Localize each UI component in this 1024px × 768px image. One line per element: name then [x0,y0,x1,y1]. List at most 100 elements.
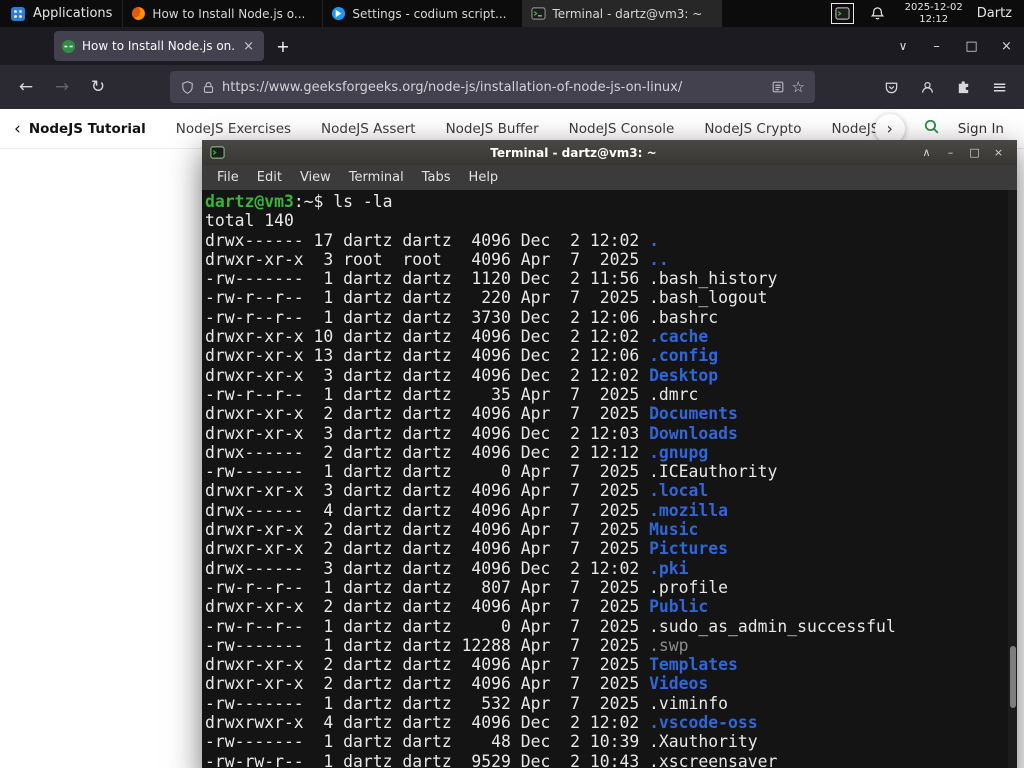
terminal-line: drwxr-xr-x 2 dartz dartz 4096 Apr 7 2025… [205,597,709,617]
nav-scroll-right-button[interactable]: › [874,113,905,144]
forward-button[interactable]: → [46,71,78,103]
notifications-button[interactable] [860,0,895,27]
applications-label: Applications [33,6,113,21]
terminal-line: -rw-r--r-- 1 dartz dartz 35 Apr 7 2025 .… [205,384,699,404]
pocket-button[interactable] [877,73,906,102]
terminal-window-title: Terminal - dartz@vm3: ~ [490,145,657,160]
browser-maximize-button[interactable]: □ [954,27,989,65]
terminal-line: -rw-r--r-- 1 dartz dartz 220 Apr 7 2025 … [205,288,768,308]
extensions-button[interactable] [949,73,978,102]
terminal-line: drwx------ 17 dartz dartz 4096 Dec 2 12:… [205,230,659,250]
codium-icon [332,6,346,21]
terminal-line: drwx------ 2 dartz dartz 4096 Dec 2 12:1… [205,442,709,462]
terminal-icon [531,7,546,20]
applications-menu[interactable]: Applications [0,0,122,27]
taskbar-item-label: Settings - codium script... [352,6,507,21]
account-button[interactable] [913,73,942,102]
terminal-icon [210,145,225,160]
terminal-menu-file[interactable]: File [208,170,248,185]
browser-tab[interactable]: How to Install Node.js on... × [54,31,264,61]
nav-scroll-left-icon[interactable]: ‹ [0,119,29,139]
terminal-line: -rw------- 1 dartz dartz 532 Apr 7 2025 … [205,693,729,713]
terminal-scrollbar-thumb[interactable] [1009,646,1016,708]
back-button[interactable]: ← [10,71,42,103]
pocket-icon [885,82,898,93]
tab-close-icon[interactable]: × [240,39,257,54]
site-nav-item[interactable]: NodeJS Buffer [446,121,539,137]
terminal-line: -rw-r--r-- 1 dartz dartz 807 Apr 7 2025 … [205,577,729,597]
terminal-scrollbar[interactable] [1008,190,1017,768]
browser-minimize-button[interactable]: – [919,27,954,65]
terminal-line: total 140 [205,211,294,231]
terminal-line: drwxr-xr-x 3 dartz dartz 4096 Dec 2 12:0… [205,365,719,385]
site-nav-item[interactable]: NodeJS Crypto [704,121,801,137]
terminal-line: -rw------- 1 dartz dartz 1120 Dec 2 11:5… [205,269,778,289]
terminal-menubar: File Edit View Terminal Tabs Help [202,165,1017,190]
browser-toolbar: ← → ↻ https://www.geeksforgeeks.org/node… [0,65,1024,109]
browser-close-button[interactable]: × [989,27,1024,65]
lock-icon[interactable] [202,81,215,94]
terminal-close-button[interactable]: × [988,146,1009,159]
terminal-line: drwxr-xr-x 13 dartz dartz 4096 Dec 2 12:… [205,346,719,366]
panel-spacer [722,0,824,27]
site-search-button[interactable] [923,118,940,139]
taskbar-item-label: Terminal - dartz@vm3: ~ [552,6,703,21]
terminal-window-controls: ∧ – □ × [916,146,1009,159]
terminal-menu-view[interactable]: View [291,170,340,185]
tray-terminal-icon[interactable] [830,3,854,24]
terminal-titlebar[interactable]: Terminal - dartz@vm3: ~ ∧ – □ × [202,140,1017,165]
site-nav-item[interactable]: NodeJS Tutorial [29,121,146,137]
clock-time: 12:12 [919,13,949,25]
terminal-menu-terminal[interactable]: Terminal [340,170,413,185]
terminal-line: drwxr-xr-x 10 dartz dartz 4096 Dec 2 12:… [205,327,709,347]
site-nav-item[interactable]: NodeJS Console [569,121,675,137]
tracking-shield-icon[interactable] [180,80,195,95]
terminal-line: -rw------- 1 dartz dartz 12288 Apr 7 202… [205,635,689,655]
toolbar-actions: ≡ [877,73,1014,102]
tray-area [825,0,860,27]
reader-mode-icon[interactable] [771,80,785,94]
terminal-line: -rw-r--r-- 1 dartz dartz 3730 Dec 2 12:0… [205,307,719,327]
reload-button[interactable]: ↻ [82,71,114,103]
terminal-output[interactable]: dartz@vm3:~$ ls -la total 140 drwx------ 1… [202,190,1017,768]
terminal-line: -rw------- 1 dartz dartz 0 Apr 7 2025 .I… [205,462,778,482]
terminal-menu-help[interactable]: Help [460,170,508,185]
terminal-line: -rw-rw-r-- 1 dartz dartz 9529 Dec 2 10:4… [205,751,778,768]
url-bar[interactable]: https://www.geeksforgeeks.org/node-js/in… [170,71,815,103]
bookmark-star-icon[interactable]: ☆ [792,78,805,96]
list-all-tabs-button[interactable]: ∨ [887,39,919,53]
puzzle-icon [958,80,969,93]
terminal-line: drwxr-xr-x 2 dartz dartz 4096 Apr 7 2025… [205,404,738,424]
terminal-maximize-button[interactable]: □ [964,146,985,159]
terminal-line: drwxr-xr-x 2 dartz dartz 4096 Apr 7 2025… [205,655,738,675]
taskbar-item-codium[interactable]: Settings - codium script... [322,0,522,27]
new-tab-button[interactable]: + [270,33,296,59]
clock[interactable]: 2025-12-02 12:12 [895,0,973,27]
desktop: Applications How to Install Node.js o...… [0,0,1024,768]
user-label: Dartz [976,6,1012,21]
site-nav-item[interactable]: NodeJS Assert [321,121,416,137]
terminal-window: Terminal - dartz@vm3: ~ ∧ – □ × File Edit… [202,140,1017,768]
terminal-shade-button[interactable]: ∧ [916,146,937,159]
site-nav-actions: › Sign In [874,113,1024,144]
terminal-menu-edit[interactable]: Edit [248,170,291,185]
window-controls: ∨ – □ × [887,27,1024,65]
account-icon [922,81,933,93]
bell-icon [870,7,884,20]
terminal-line: drwxr-xr-x 3 root root 4096 Apr 7 2025 .… [205,249,669,269]
sign-in-button[interactable]: Sign In [958,121,1004,137]
terminal-line: drwx------ 3 dartz dartz 4096 Dec 2 12:0… [205,558,689,578]
menu-button[interactable]: ≡ [985,73,1014,102]
taskbar-item-terminal[interactable]: Terminal - dartz@vm3: ~ [522,0,723,27]
browser-tab-bar: How to Install Node.js on... × + ∨ – □ × [0,27,1024,65]
terminal-menu-tabs[interactable]: Tabs [413,170,460,185]
taskbar-item-browser[interactable]: How to Install Node.js o... [122,0,322,27]
top-panel: Applications How to Install Node.js o...… [0,0,1024,27]
site-nav-items: NodeJS Tutorial NodeJS Exercises NodeJS As… [29,121,891,137]
terminal-line: drwxr-xr-x 2 dartz dartz 4096 Apr 7 2025… [205,539,729,559]
terminal-minimize-button[interactable]: – [940,146,961,159]
terminal-line: drwxr-xr-x 3 dartz dartz 4096 Dec 2 12:0… [205,423,738,443]
url-text: https://www.geeksforgeeks.org/node-js/in… [222,79,683,95]
terminal-line: drwxrwxr-x 4 dartz dartz 4096 Dec 2 12:0… [205,713,758,733]
site-nav-item[interactable]: NodeJS Exercises [176,121,291,137]
